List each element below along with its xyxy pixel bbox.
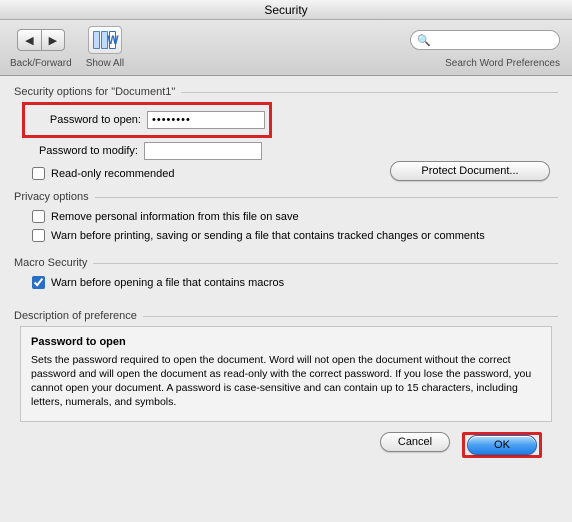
back-button[interactable]: ◀ [17, 29, 41, 51]
cancel-button[interactable]: Cancel [380, 432, 450, 452]
password-open-label: Password to open: [27, 114, 147, 126]
window-title: Security [0, 0, 572, 20]
description-section-label: Description of preference [14, 310, 558, 322]
warn-tracked-label: Warn before printing, saving or sending … [51, 230, 485, 242]
ok-button[interactable]: OK [467, 435, 537, 455]
back-forward-group: ◀ ▶ Back/Forward [10, 24, 72, 69]
chevron-left-icon: ◀ [25, 34, 33, 47]
warn-macros-label: Warn before opening a file that contains… [51, 277, 284, 289]
macro-section-label: Macro Security [14, 257, 558, 269]
footer: Cancel OK [14, 422, 558, 458]
password-open-input[interactable] [147, 111, 265, 129]
warn-tracked-checkbox[interactable] [32, 229, 45, 242]
back-forward-label: Back/Forward [10, 58, 72, 69]
word-doc-icon: W [109, 31, 116, 49]
remove-pi-label: Remove personal information from this fi… [51, 211, 299, 223]
search-field[interactable]: 🔍 [410, 30, 560, 50]
password-open-highlight: Password to open: [22, 102, 272, 138]
search-label: Search Word Preferences [445, 58, 560, 69]
show-all-label: Show All [86, 58, 124, 69]
description-body: Sets the password required to open the d… [31, 353, 541, 410]
toolbar: ◀ ▶ Back/Forward W Show All 🔍 Search Wor… [0, 20, 572, 76]
readonly-label: Read-only recommended [51, 168, 175, 180]
search-input[interactable] [435, 33, 553, 47]
privacy-section-label: Privacy options [14, 191, 558, 203]
description-box: Password to open Sets the password requi… [20, 326, 552, 422]
chevron-right-icon: ▶ [49, 34, 57, 47]
showall-page-icon [93, 31, 100, 49]
description-title: Password to open [31, 335, 541, 350]
remove-pi-checkbox[interactable] [32, 210, 45, 223]
show-all-group: W Show All [86, 24, 124, 69]
password-modify-label: Password to modify: [24, 145, 144, 157]
password-modify-input[interactable] [144, 142, 262, 160]
protect-document-button[interactable]: Protect Document... [390, 161, 550, 181]
warn-macros-checkbox[interactable] [32, 276, 45, 289]
readonly-checkbox[interactable] [32, 167, 45, 180]
search-group: 🔍 Search Word Preferences [410, 24, 560, 69]
show-all-button[interactable]: W [88, 26, 122, 54]
ok-highlight: OK [462, 432, 542, 458]
search-icon: 🔍 [417, 34, 431, 47]
security-section-label: Security options for "Document1" [14, 86, 558, 98]
forward-button[interactable]: ▶ [41, 29, 65, 51]
